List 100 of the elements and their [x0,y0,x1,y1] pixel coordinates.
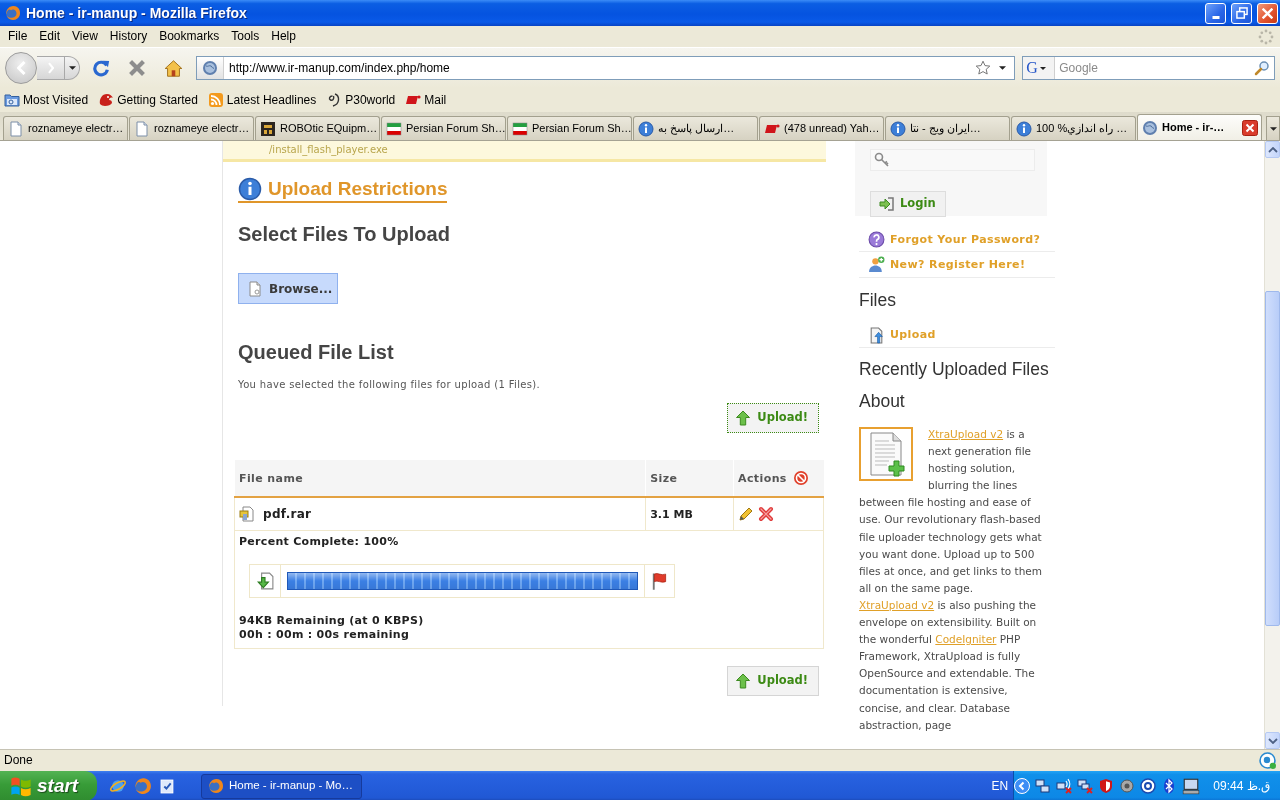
close-icon [1242,119,1258,136]
progress-label: Percent Complete: 100% [239,534,400,549]
spinner-icon [1258,28,1274,45]
caret-icon [1269,126,1277,131]
bookmark-item[interactable]: Latest Headlines [207,92,317,108]
taskbar-button[interactable]: Home - ir-manup - Mo… [201,773,362,799]
search-icon[interactable] [1254,60,1270,76]
home-icon[interactable] [164,58,183,78]
tab[interactable]: 100 %راه اندازي … [1011,116,1136,140]
logo-icon[interactable] [134,777,152,795]
url-field[interactable]: http://www.ir-manup.com/index.php/home [224,60,976,76]
delete-icon[interactable] [758,506,774,523]
network-icon[interactable] [1035,778,1052,794]
stop-icon[interactable] [129,60,145,76]
flag-icon [386,120,402,137]
menu-item[interactable]: File [2,28,34,45]
logo-icon [10,775,32,797]
tab[interactable]: roznameye electr… [129,116,254,140]
tab-close-button[interactable] [1242,119,1258,136]
globe-icon [1142,119,1158,136]
search-bar[interactable]: G Google [1022,56,1275,80]
info-icon [890,120,906,137]
browse-button[interactable]: Browse... [238,273,338,305]
pencil-icon[interactable] [738,506,754,523]
logo-icon [98,92,115,108]
reload-icon[interactable] [92,59,110,77]
menu-item[interactable]: Help [265,28,302,45]
ring-icon[interactable] [1140,778,1157,794]
user-add-icon [868,256,885,273]
tab[interactable]: Home - ir-… [1137,114,1262,140]
tab[interactable]: ROBOtic EQuipm… [255,116,380,140]
laptop-icon[interactable] [1182,777,1201,795]
flag-icon [512,120,528,137]
search-engine-button[interactable]: G [1023,57,1056,79]
bookmark-item[interactable]: Most Visited [4,92,89,108]
star-icon[interactable] [975,60,992,76]
back-button[interactable] [5,52,37,84]
login-field[interactable] [870,149,1035,171]
section-heading: Select Files To Upload [238,222,451,247]
chevron-icon[interactable] [1014,778,1031,794]
history-dropdown-button[interactable] [65,56,80,80]
scroll-down-button[interactable] [1265,732,1280,749]
disc-icon[interactable] [1119,778,1136,794]
menu-item[interactable]: Tools [225,28,266,45]
restore-icon [1235,7,1248,19]
tab[interactable]: ایران ویج - نتا… [885,116,1010,140]
start-button[interactable]: start [0,771,97,800]
caret-icon[interactable] [999,66,1007,70]
clock: 09:44 ق.ظ [1213,778,1270,794]
info-icon [238,177,262,201]
restore-button[interactable] [1231,2,1252,24]
wireless-error-icon[interactable] [1056,778,1073,794]
close-icon [1262,7,1273,19]
file-size: 3.1 MB [650,507,693,521]
cancel-all-icon[interactable] [792,470,809,487]
caret-icon [68,66,76,70]
document-icon [859,427,913,481]
circle-icon[interactable] [1259,752,1276,769]
minimize-icon [1211,15,1220,19]
tab[interactable]: roznameye electr… [3,116,128,140]
menu-item[interactable]: Edit [33,28,67,45]
bookmark-item[interactable]: P30world [326,92,396,108]
tab[interactable]: ارسال پاسخ به… [633,116,758,140]
document-check-icon[interactable] [159,777,176,795]
upload-arrow-icon [735,672,752,689]
menu-item[interactable]: Bookmarks [153,28,226,45]
sidebar-heading: Files [858,289,897,311]
close-button[interactable] [1257,2,1278,24]
column-header: Actions [738,471,787,485]
shield-icon[interactable] [1098,778,1115,794]
tab-list-button[interactable] [1266,116,1280,140]
globe-icon[interactable] [109,777,127,795]
network-error-icon[interactable] [1077,778,1094,794]
tab[interactable]: Persian Forum Sh… [381,116,506,140]
status-text: Done [4,753,33,768]
tab[interactable]: Persian Forum Sh… [507,116,632,140]
bookmark-item[interactable]: Mail [405,92,447,108]
site-identity-button[interactable] [197,57,224,79]
info-icon [1016,120,1032,137]
download-file-icon [256,571,274,590]
scrollbar-thumb[interactable] [1265,291,1280,626]
page-icon [134,120,150,137]
language-indicator[interactable]: EN [991,778,1009,794]
address-bar[interactable]: http://www.ir-manup.com/index.php/home [196,56,1016,80]
search-field[interactable]: Google [1055,60,1254,76]
about-text: between file hosting and ease of use. Our revolutionary flash-based file uploader technology gets what you want done. Upload up to 500 files at once, and get links to them all on the same page. XtraUpload v2 is also pushing the envelope on extensibility. Built on the wonderful CodeIgniter PHP Framework, XtraUpload is fully OpenSource and extendable. The documentation is extensive, concise, and clear. Database abstraction, page [859,495,1044,733]
minimize-button[interactable] [1205,2,1226,24]
notice-text: /install_flash_player.exe [269,144,388,155]
upload-button[interactable]: Upload! [727,665,819,696]
file-name: pdf.rar [263,506,312,522]
bookmark-item[interactable]: Getting Started [98,92,198,108]
upload-button[interactable]: Upload! [727,403,819,434]
menu-item[interactable]: History [103,28,154,45]
scrollbar[interactable] [1264,141,1280,749]
login-button[interactable]: Login [870,191,946,217]
menu-item[interactable]: View [66,28,104,45]
scroll-down-icon [1267,737,1278,744]
scroll-up-button[interactable] [1265,141,1280,158]
tab[interactable]: (478 unread) Yah… [759,116,884,140]
sidebar-heading: Recently Uploaded Files [858,358,1050,380]
